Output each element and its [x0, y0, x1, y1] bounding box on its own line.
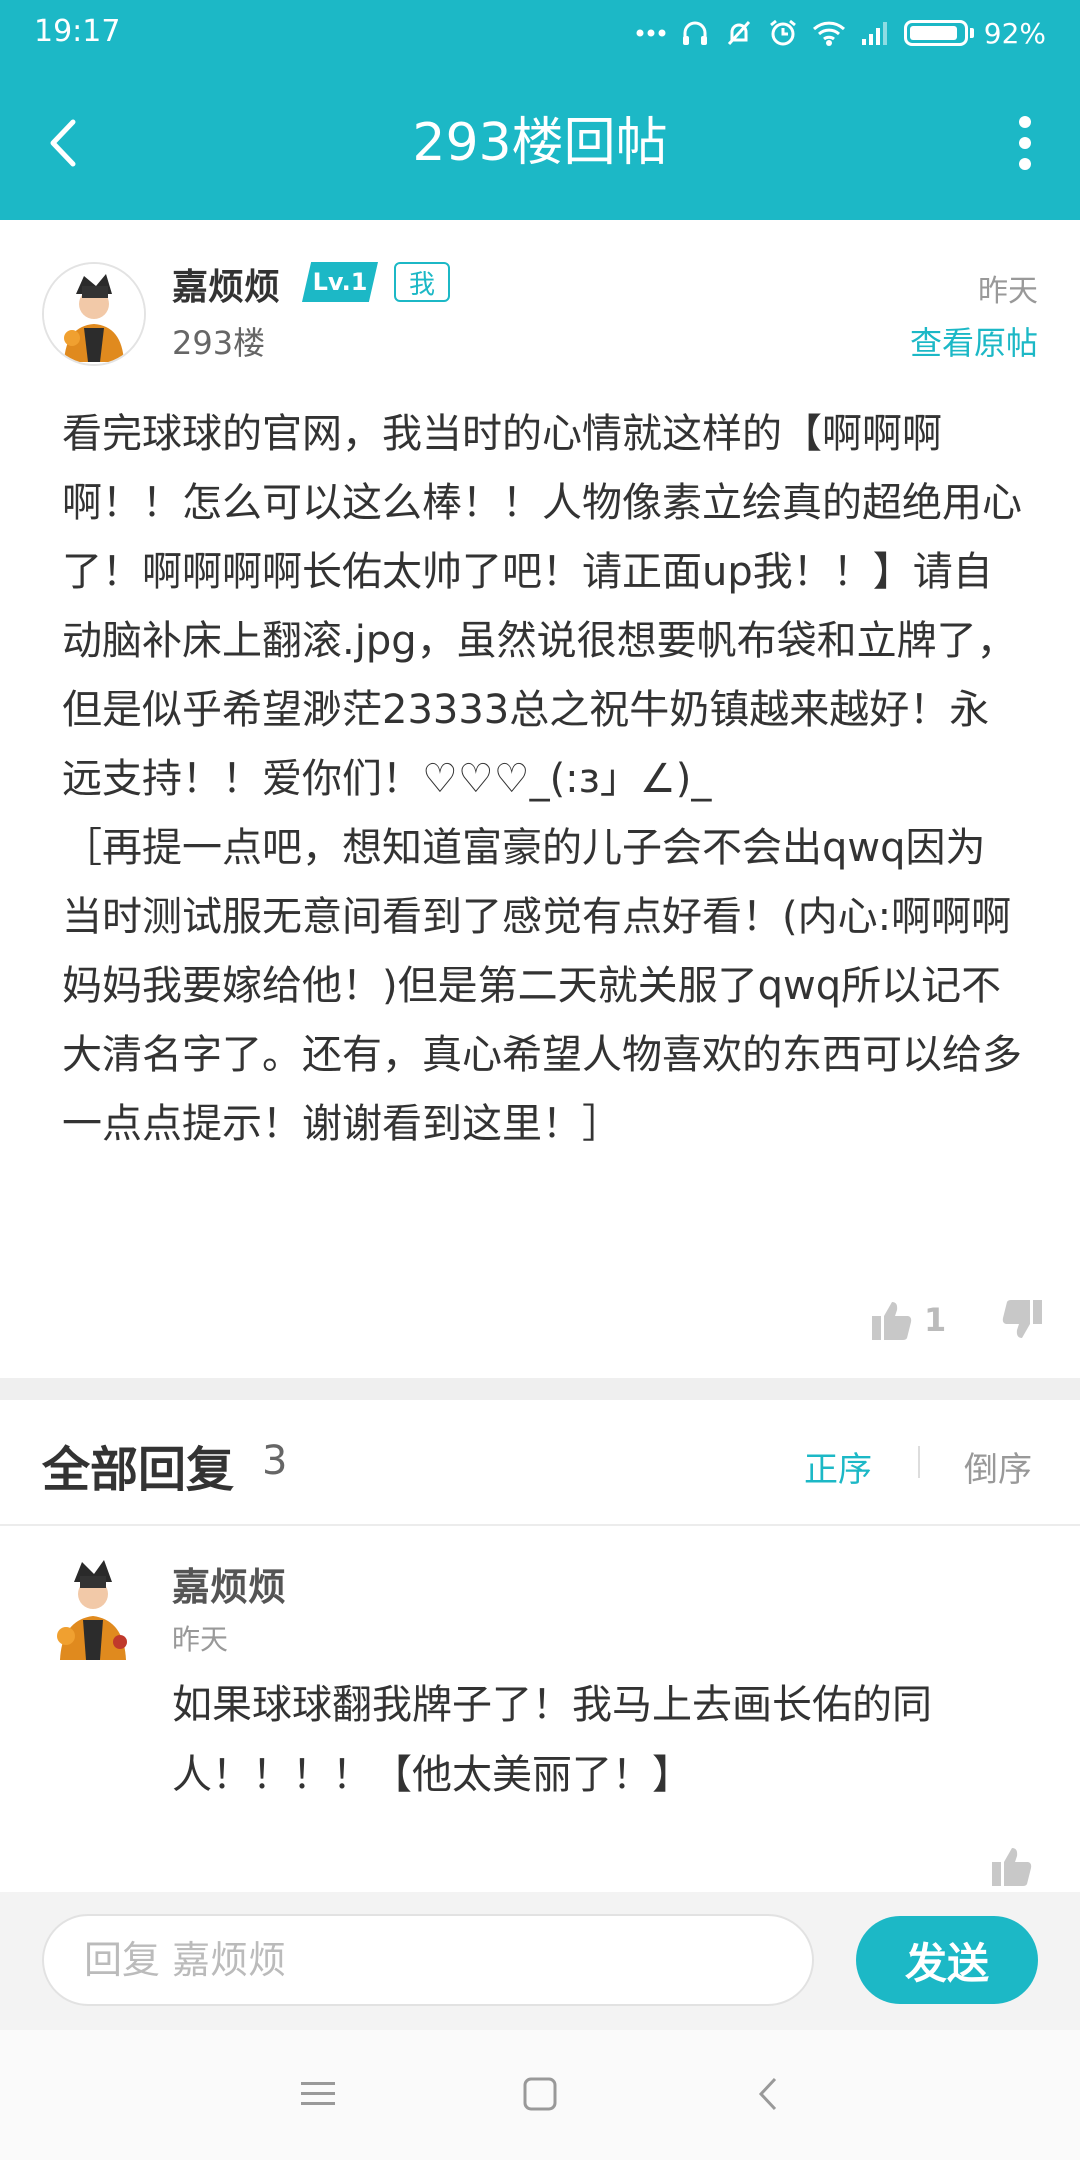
home-nav-button[interactable] [510, 2064, 570, 2124]
status-bar: 19:17 92% [0, 0, 1080, 66]
app-bar: 293楼回帖 [0, 66, 1080, 220]
view-original-link[interactable]: 查看原帖 [910, 318, 1038, 364]
author-name[interactable]: 嘉烦烦 [172, 258, 280, 310]
level-badge: Lv.1 [302, 262, 378, 302]
reply-input[interactable] [42, 1914, 814, 2006]
menu-icon [301, 2082, 335, 2105]
send-button[interactable]: 发送 [856, 1916, 1038, 2004]
back-nav-icon [758, 2077, 777, 2111]
back-nav-button[interactable] [738, 2064, 798, 2124]
menu-nav-button[interactable] [288, 2064, 348, 2124]
status-icons: 92% [636, 10, 1046, 56]
post-body: 看完球球的官网，我当时的心情就这样的【啊啊啊啊！！怎么可以这么棒！！人物像素立绘… [62, 411, 1022, 1147]
author-avatar[interactable] [42, 262, 146, 366]
more-vertical-icon [1019, 116, 1031, 128]
thumbs-up-icon [872, 1302, 912, 1340]
post-time: 昨天 [978, 274, 1038, 309]
me-badge: 我 [394, 262, 450, 302]
headset-icon [680, 18, 710, 48]
battery-icon [903, 20, 968, 46]
wifi-icon [812, 19, 846, 47]
reply-text: 如果球球翻我牌子了！我马上去画长佑的同人！！！！【他太美丽了！】 [172, 1682, 932, 1798]
section-divider [0, 1378, 1080, 1400]
like-count: 1 [924, 1301, 947, 1339]
reply-avatar[interactable] [50, 1556, 136, 1660]
replies-divider [0, 1524, 1080, 1526]
sort-ascending-button[interactable]: 正序 [804, 1442, 872, 1491]
floor-number: 293楼 [172, 324, 266, 362]
sort-separator [918, 1446, 920, 1478]
system-nav-bar [0, 2030, 1080, 2160]
more-dots-icon [636, 28, 666, 38]
thumbs-up-icon [992, 1848, 1032, 1886]
like-button[interactable]: 1 [870, 1298, 946, 1342]
reply-time: 昨天 [172, 1623, 229, 1656]
battery-indicator: 92% [903, 16, 1046, 50]
mute-bell-icon [724, 18, 754, 48]
more-options-button[interactable] [1010, 116, 1040, 170]
replies-title: 全部回复 [42, 1442, 235, 1498]
reply-like-button[interactable] [990, 1844, 1034, 1892]
sort-descending-button[interactable]: 倒序 [964, 1442, 1032, 1491]
replies-count: 3 [262, 1438, 288, 1484]
status-time: 19:17 [34, 14, 121, 49]
battery-percent: 92% [983, 16, 1046, 50]
reply-author[interactable]: 嘉烦烦 [172, 1556, 286, 1611]
reply-input-bar: 发送 [0, 1892, 1080, 2030]
signal-icon [860, 19, 890, 47]
home-icon [523, 2077, 557, 2111]
thumbs-down-icon [1002, 1300, 1042, 1338]
dislike-button[interactable] [1000, 1298, 1044, 1346]
alarm-icon [768, 18, 798, 48]
page-title: 293楼回帖 [412, 113, 668, 173]
